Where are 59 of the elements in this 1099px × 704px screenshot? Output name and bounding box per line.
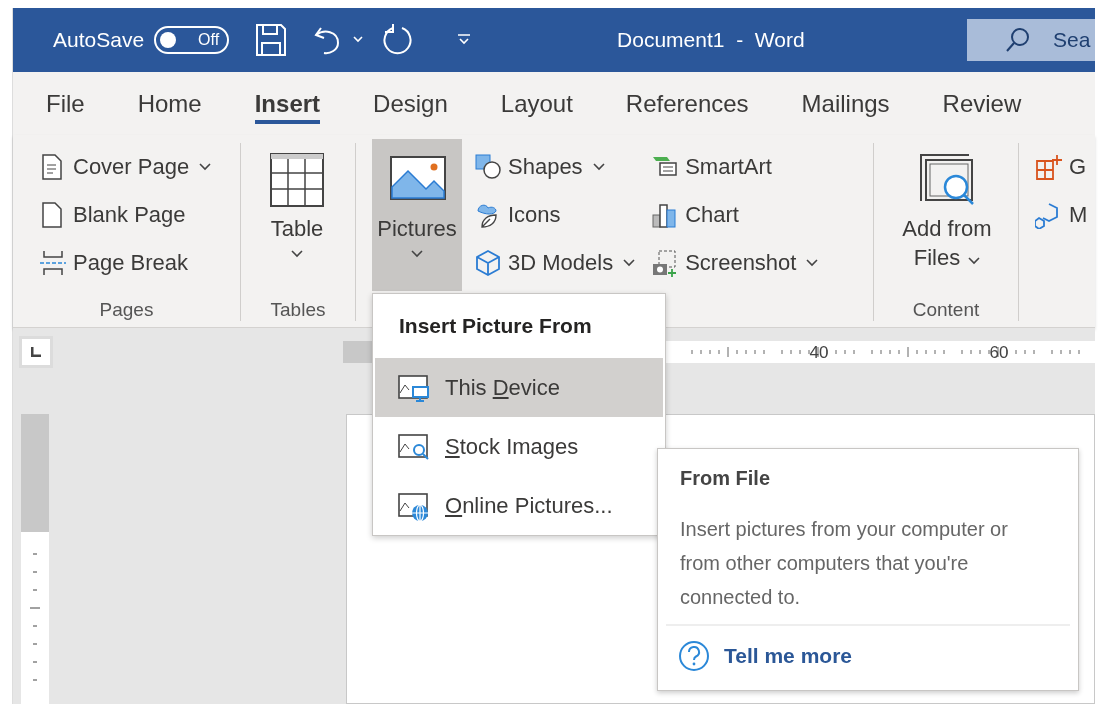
ribbon-button[interactable]: Cover Page	[35, 147, 216, 187]
caret-icon	[291, 249, 303, 258]
caret-icon	[592, 163, 605, 171]
ribbon-button[interactable]: Screenshot	[647, 243, 823, 283]
autosave-label: AutoSave	[53, 28, 145, 52]
table-icon	[268, 151, 326, 209]
caret-icon[interactable]	[353, 36, 364, 44]
search-field[interactable]: Sea	[967, 19, 1095, 61]
caret-icon	[968, 256, 981, 265]
ribbon-button[interactable]: 3D Models	[470, 243, 640, 283]
tab-stop-button[interactable]	[19, 336, 53, 368]
grid-plus-icon	[1035, 153, 1063, 181]
ribbon-tab[interactable]: Mailings	[801, 83, 890, 124]
menu-title: Insert Picture From	[398, 313, 593, 339]
ribbon-button[interactable]: SmartArt	[647, 147, 823, 187]
ribbon-tab[interactable]: Layout	[500, 83, 573, 124]
ribbon-button[interactable]: Blank Page	[35, 195, 216, 235]
tooltip-text: Insert pictures from your computer or from other computers that you're connected to.	[680, 517, 1009, 610]
customize-icon[interactable]	[457, 33, 472, 47]
group-label: Content	[912, 299, 980, 321]
search-icon	[1005, 27, 1031, 53]
ribbon-tab[interactable]: Home	[137, 83, 202, 124]
ribbon-button[interactable]: Shapes	[470, 147, 640, 187]
group-label: Tables	[270, 299, 326, 321]
caret-icon	[623, 259, 636, 267]
tell-me-more-link[interactable]: Tell me more	[724, 644, 852, 668]
ribbon-button[interactable]: G	[1031, 147, 1092, 187]
picture-search-icon	[397, 431, 429, 462]
ribbon-tab[interactable]: References	[625, 83, 749, 124]
document-title: Document1 - Word	[617, 28, 805, 52]
help-icon	[678, 640, 710, 672]
group-label: Pages	[99, 299, 154, 321]
ribbon-button[interactable]: Add from Files	[892, 139, 1002, 291]
autosave-toggle[interactable]: Off	[154, 26, 230, 54]
picture-monitor-icon	[397, 372, 429, 403]
tooltip-title: From File	[679, 466, 771, 490]
page-break-icon	[39, 249, 67, 277]
save-icon[interactable]	[255, 23, 288, 57]
ribbon-button[interactable]: Page Break	[35, 243, 216, 283]
ruler-number: 40	[809, 343, 829, 362]
cube-icon	[474, 249, 502, 277]
ribbon-button[interactable]: Table	[257, 139, 337, 291]
ribbon-tab[interactable]: File	[46, 83, 85, 124]
ruler-number: 60	[989, 343, 1009, 362]
shapes-icon	[474, 153, 502, 181]
ribbon-button[interactable]: Pictures	[372, 139, 462, 291]
ribbon-button[interactable]: Chart	[647, 195, 823, 235]
ribbon-tab[interactable]: Design	[373, 83, 448, 124]
ribbon-tab[interactable]: Insert	[254, 83, 321, 124]
caret-icon	[411, 249, 423, 258]
ribbon-button[interactable]: M	[1031, 195, 1092, 235]
tab-stop-icon	[31, 347, 41, 357]
search-text: Sea	[1053, 28, 1091, 52]
picture-globe-icon	[397, 490, 429, 521]
ribbon-button[interactable]: Icons	[470, 195, 640, 235]
menu-item[interactable]: This Device	[375, 358, 663, 417]
caret-icon	[806, 259, 819, 267]
caret-icon	[199, 163, 212, 171]
ribbon-tab[interactable]: Review	[942, 83, 1022, 124]
